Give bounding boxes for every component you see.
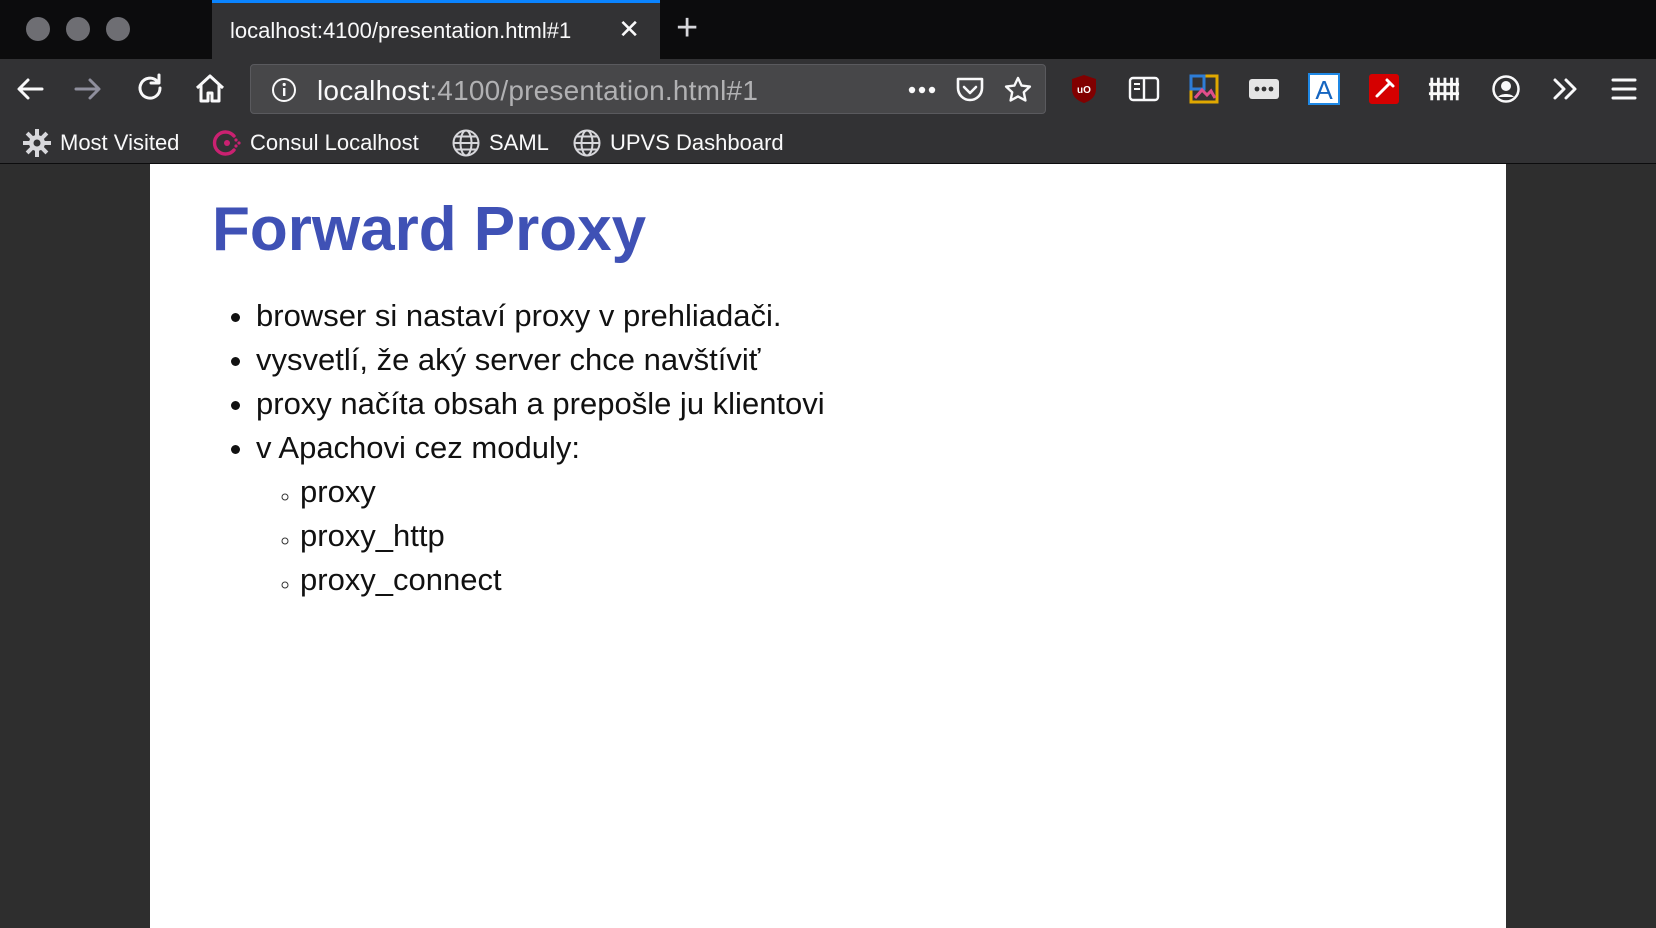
bookmark-label: Consul Localhost xyxy=(250,130,419,155)
url-host: localhost xyxy=(317,75,430,106)
bookmark-saml[interactable]: SAML xyxy=(451,128,549,158)
tab-title: localhost:4100/presentation.html#1 xyxy=(230,18,572,43)
ublock-icon[interactable]: uO xyxy=(1068,73,1100,105)
bullet-item-text: v Apachovi cez moduly: xyxy=(256,430,580,465)
home-button[interactable] xyxy=(192,71,228,107)
url-actions xyxy=(907,75,1033,105)
svg-text:A: A xyxy=(1315,75,1333,105)
reload-icon xyxy=(138,73,162,100)
bookmark-upvs-dashboard[interactable]: UPVS Dashboard xyxy=(572,128,784,158)
page-actions-icon[interactable] xyxy=(907,75,937,105)
bullet-list: browser si nastaví proxy v prehliadači. … xyxy=(212,294,825,602)
navigation-toolbar: localhost:4100/presentation.html#1 uO A xyxy=(0,59,1656,122)
reload-button[interactable] xyxy=(132,71,168,107)
bookmark-label: Most Visited xyxy=(60,130,180,155)
url-bar[interactable]: localhost:4100/presentation.html#1 xyxy=(250,64,1046,114)
presentation-slide: Forward Proxy browser si nastaví proxy v… xyxy=(150,164,1506,928)
pocket-icon[interactable] xyxy=(955,75,985,105)
svg-text:uO: uO xyxy=(1077,85,1091,96)
home-icon xyxy=(195,74,225,103)
password-manager-icon[interactable] xyxy=(1248,73,1280,105)
tab-strip: localhost:4100/presentation.html#1 ✕ + xyxy=(0,0,1656,59)
overflow-menu-icon[interactable] xyxy=(1550,73,1582,105)
tab-active[interactable]: localhost:4100/presentation.html#1 ✕ xyxy=(212,0,660,59)
sub-bullet-list: proxy proxy_http proxy_connect xyxy=(256,470,825,602)
bullet-item-modules: v Apachovi cez moduly: proxy proxy_http … xyxy=(256,426,825,602)
globe-icon xyxy=(452,129,480,157)
window-minimize-button[interactable] xyxy=(66,17,90,41)
site-info-icon[interactable] xyxy=(271,77,297,103)
new-tab-button[interactable]: + xyxy=(676,8,698,48)
page-viewport: Forward Proxy browser si nastaví proxy v… xyxy=(0,164,1656,928)
sub-bullet-item: proxy_http xyxy=(300,514,825,558)
image-extension-icon[interactable] xyxy=(1188,73,1220,105)
bookmark-label: SAML xyxy=(489,130,549,155)
url-text[interactable]: localhost:4100/presentation.html#1 xyxy=(317,75,758,107)
gear-icon xyxy=(23,129,51,157)
bookmarks-toolbar: Most Visited Consul Localhost SAML UPVS … xyxy=(0,122,1656,164)
back-button[interactable] xyxy=(12,71,48,107)
globe-icon xyxy=(573,129,601,157)
sub-bullet-item: proxy xyxy=(300,470,825,514)
window-zoom-button[interactable] xyxy=(106,17,130,41)
reader-view-icon[interactable] xyxy=(1128,73,1160,105)
browser-window: localhost:4100/presentation.html#1 ✕ + l… xyxy=(0,0,1656,928)
tab-close-icon[interactable]: ✕ xyxy=(618,15,640,43)
slide-title: Forward Proxy xyxy=(212,195,647,264)
color-picker-icon[interactable] xyxy=(1368,73,1400,105)
forward-arrow-icon xyxy=(74,78,101,100)
sub-bullet-item: proxy_connect xyxy=(300,558,825,602)
bookmark-consul-localhost[interactable]: Consul Localhost xyxy=(212,128,419,158)
library-icon[interactable] xyxy=(1428,73,1460,105)
back-arrow-icon xyxy=(17,78,44,100)
bookmark-most-visited[interactable]: Most Visited xyxy=(22,128,179,158)
consul-icon xyxy=(212,130,241,156)
hamburger-menu-icon[interactable] xyxy=(1608,73,1640,105)
bullet-item: proxy načíta obsah a prepošle ju kliento… xyxy=(256,382,825,426)
bullet-item: vysvetlí, že aký server chce navštíviť xyxy=(256,338,825,382)
window-close-button[interactable] xyxy=(26,17,50,41)
bookmark-label: UPVS Dashboard xyxy=(610,130,784,155)
language-tool-icon[interactable]: A xyxy=(1308,73,1340,105)
bookmark-star-icon[interactable] xyxy=(1003,75,1033,105)
forward-button[interactable] xyxy=(70,71,106,107)
bullet-item: browser si nastaví proxy v prehliadači. xyxy=(256,294,825,338)
account-icon[interactable] xyxy=(1490,73,1522,105)
url-path: :4100/presentation.html#1 xyxy=(429,75,759,106)
